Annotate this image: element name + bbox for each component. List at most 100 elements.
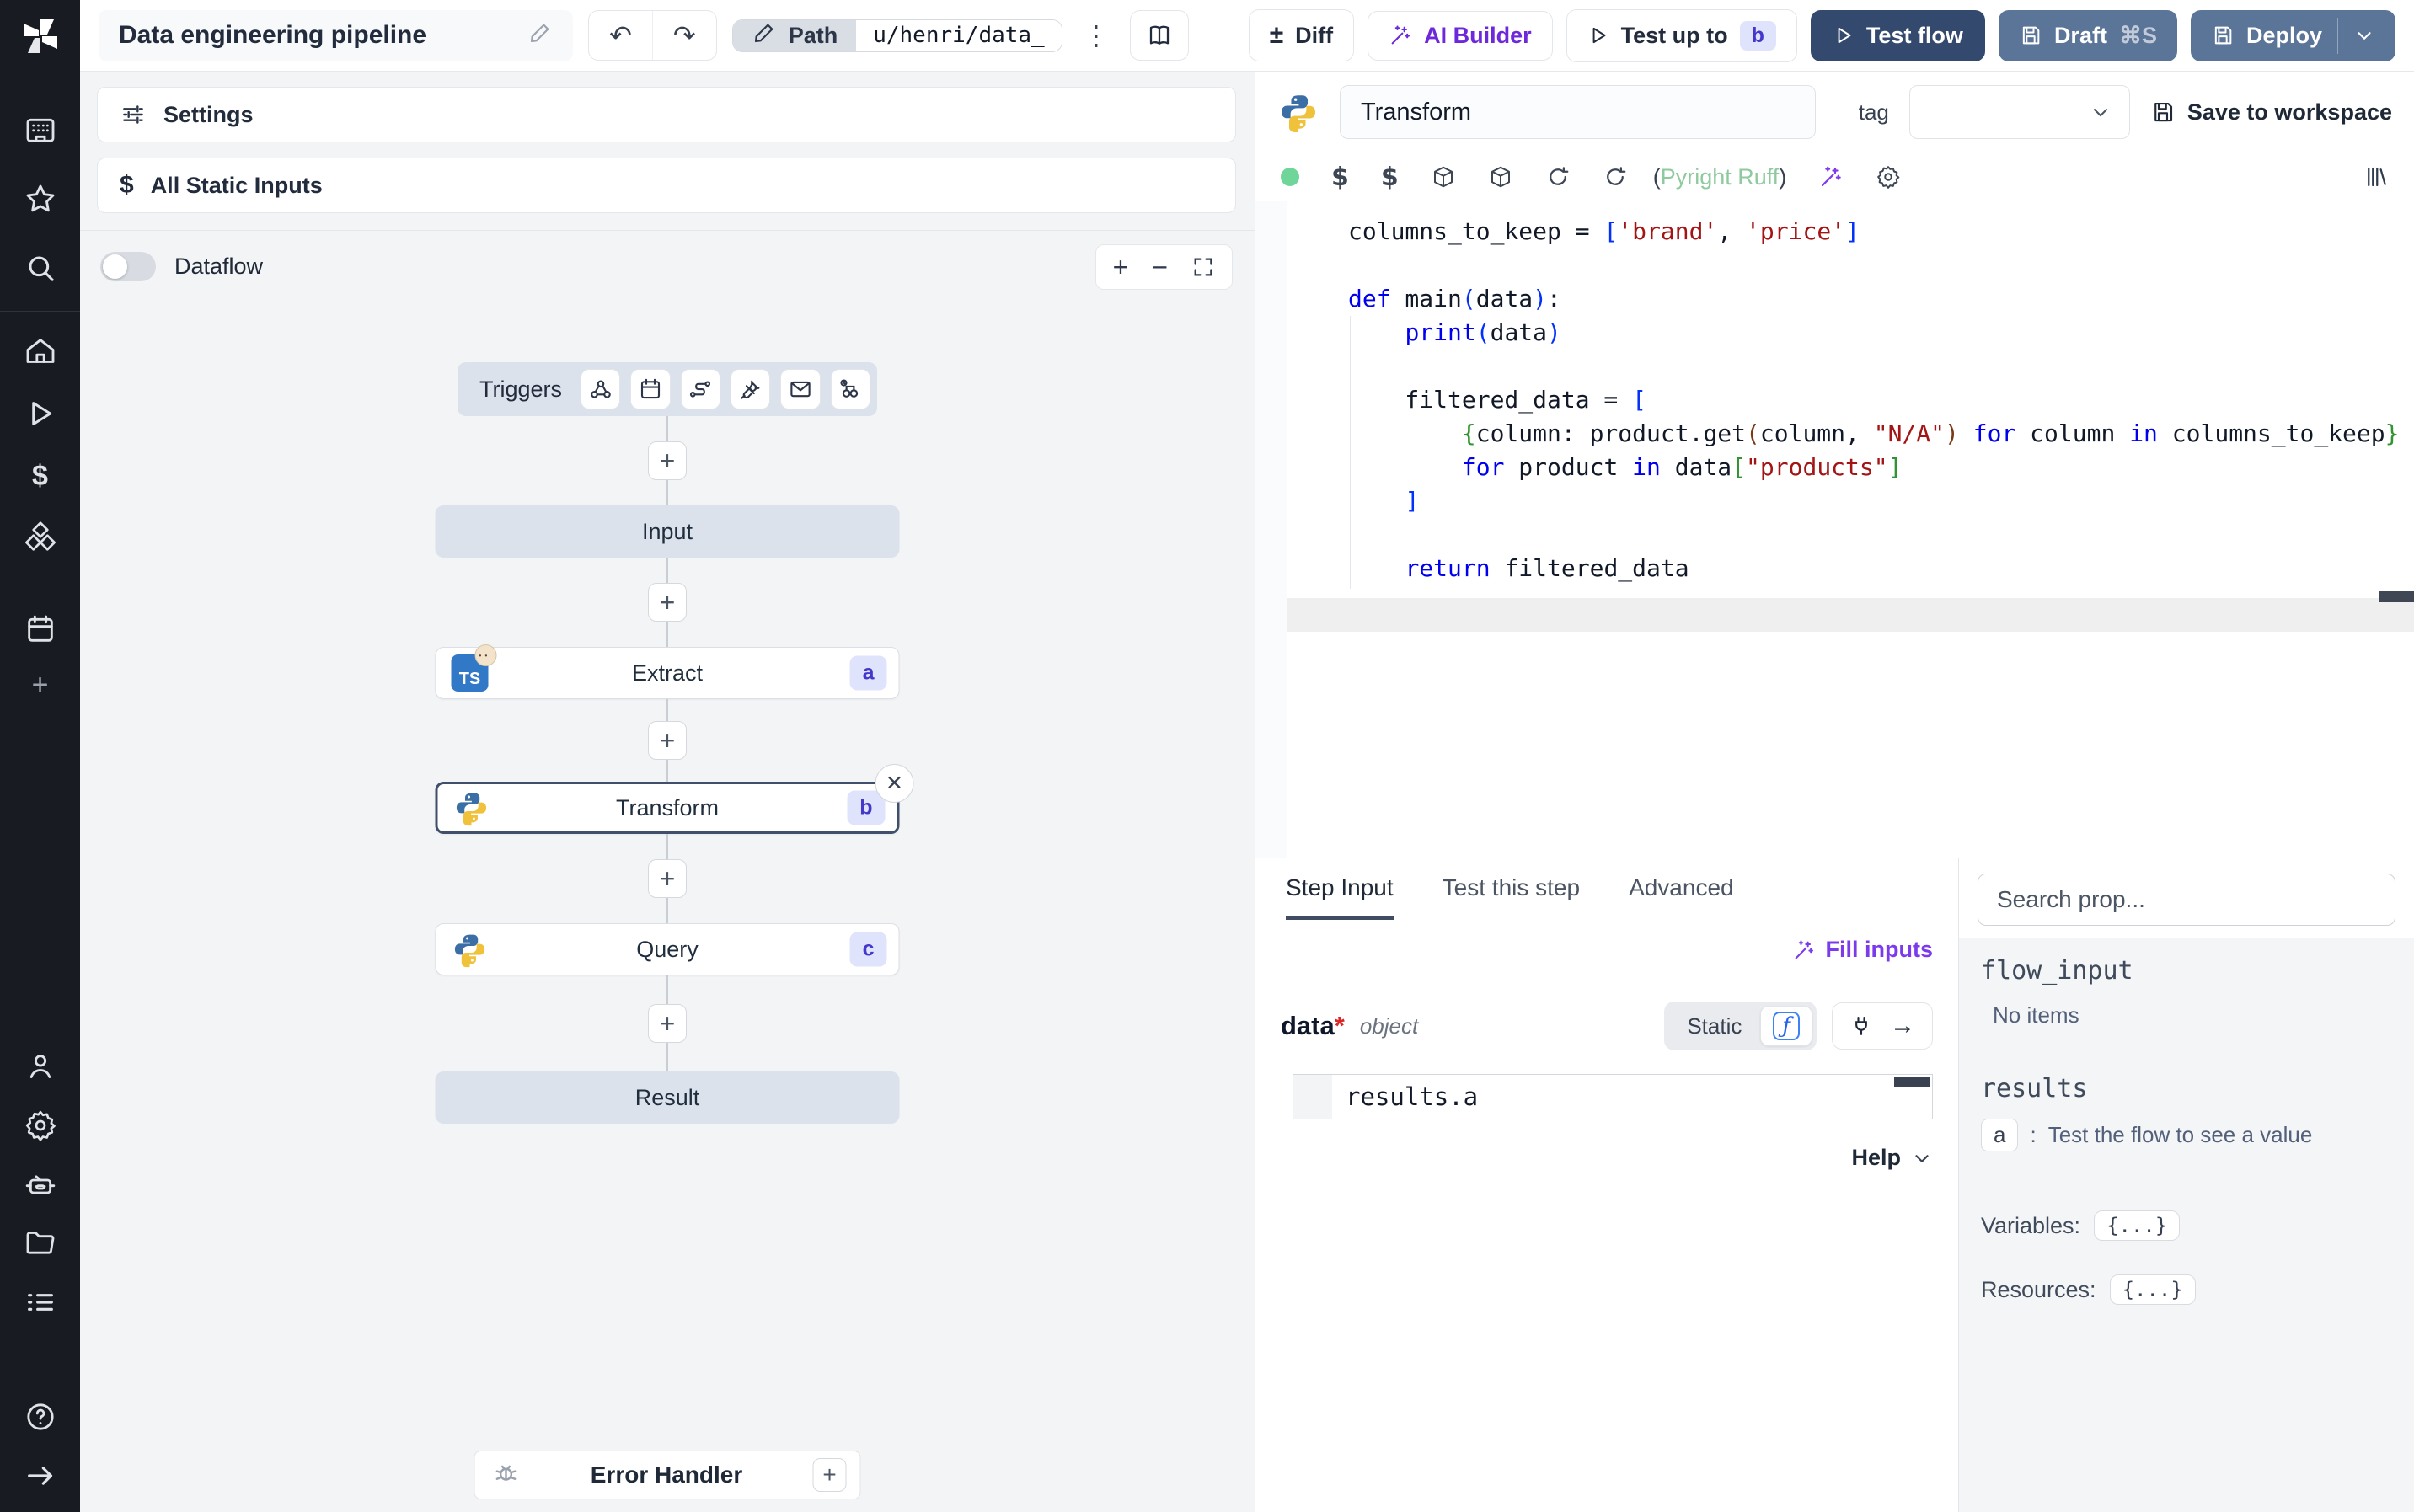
ai-assistant-icon[interactable] [1818,164,1844,190]
test-flow-button[interactable]: Test flow [1810,9,1985,61]
resource-picker-icon[interactable]: $ [1381,163,1399,192]
variables-value-chip[interactable]: {...} [2094,1210,2181,1241]
expression-mode-option[interactable]: ƒ [1760,1006,1812,1046]
input-node[interactable]: Input [435,505,900,558]
result-node[interactable]: Result [435,1071,900,1124]
plug-icon[interactable] [1849,1014,1873,1038]
result-entry[interactable]: a : Test the flow to see a value [1981,1119,2392,1151]
package-icon[interactable] [1488,164,1513,190]
fit-view-button[interactable] [1191,255,1215,279]
workers-icon[interactable] [21,1165,60,1204]
dollar-icon: $ [120,171,134,199]
help-icon[interactable] [21,1397,60,1436]
flow-input-section[interactable]: flow_input [1981,956,2392,986]
search-prop-input[interactable] [1978,874,2395,926]
undo-button[interactable]: ↶ [589,11,652,60]
all-static-inputs-label: All Static Inputs [150,172,323,198]
path-value-input[interactable]: u/henri/data_ [856,19,1062,51]
error-handler-node[interactable]: Error Handler + [474,1451,861,1499]
add-error-handler-button[interactable]: + [812,1458,847,1492]
workspace-icon[interactable] [21,110,60,149]
redo-button[interactable]: ↷ [651,11,716,60]
poll-icon[interactable] [830,369,870,409]
python-icon [453,789,490,826]
arrow-right-icon[interactable]: → [1890,1013,1915,1039]
home-icon[interactable] [21,332,60,371]
path-button[interactable]: Path [732,19,857,51]
dataflow-toggle[interactable] [100,252,156,281]
webhook-icon[interactable] [581,369,621,409]
schedules-icon[interactable] [21,610,60,649]
static-mode-option[interactable]: Static [1668,1013,1760,1039]
chevron-down-icon[interactable] [2353,24,2375,46]
zoom-out-button[interactable]: − [1152,254,1168,280]
fill-inputs-button[interactable]: Fill inputs [1281,937,1933,963]
tag-select[interactable] [1908,85,2130,139]
search-icon[interactable] [21,248,60,287]
plug-icon[interactable] [731,369,771,409]
expression-input[interactable]: results.a [1293,1074,1933,1119]
step-name-input[interactable] [1340,85,1816,139]
query-node[interactable]: Query c [435,923,900,975]
email-icon[interactable] [780,369,821,409]
draft-button[interactable]: Draft ⌘S [1998,9,2177,61]
extract-node[interactable]: TS Extract a [435,644,900,699]
flow-settings-label: Settings [163,101,254,127]
test-up-to-label: Test up to [1620,22,1728,48]
tab-advanced[interactable]: Advanced [1629,858,1734,920]
runs-icon[interactable] [21,394,60,433]
edit-path-icon [752,20,777,51]
insert-step-button[interactable]: + [648,441,687,480]
top-header: Data engineering pipeline ↶ ↷ Path u/hen… [80,0,2414,72]
more-menu-icon[interactable]: ⋮ [1078,19,1115,51]
tab-step-input[interactable]: Step Input [1286,858,1394,920]
zoom-in-button[interactable]: + [1113,254,1129,280]
delete-step-button[interactable]: ✕ [875,764,914,803]
result-key-badge[interactable]: a [1981,1119,2019,1151]
flow-settings-row[interactable]: Settings [97,87,1236,142]
resources-icon[interactable] [21,519,60,558]
ai-builder-button[interactable]: AI Builder [1368,10,1553,61]
insert-step-button[interactable]: + [648,859,687,898]
reload-icon[interactable] [1545,164,1571,190]
windmill-logo[interactable] [0,0,80,72]
deploy-button[interactable]: Deploy [2190,9,2395,61]
diff-button[interactable]: ± Diff [1248,9,1355,61]
settings-icon[interactable] [21,1106,60,1145]
python-icon [452,931,489,968]
plus-icon[interactable]: + [21,665,60,704]
schedule-icon[interactable] [630,369,671,409]
save-to-workspace-button[interactable]: Save to workspace [2150,99,2392,126]
insert-step-button[interactable]: + [648,583,687,622]
star-icon[interactable] [21,179,60,218]
docs-button[interactable] [1129,10,1189,61]
variables-icon[interactable]: $ [21,457,60,495]
insert-step-button[interactable]: + [648,1004,687,1043]
editor-settings-icon[interactable] [1876,164,1901,190]
edit-title-icon[interactable] [527,20,553,51]
folders-icon[interactable] [21,1224,60,1263]
library-panel-icon[interactable] [2363,164,2389,190]
help-toggle[interactable]: Help [1281,1145,1933,1171]
all-static-inputs-row[interactable]: $ All Static Inputs [97,158,1236,213]
resources-value-chip[interactable]: {...} [2109,1274,2196,1305]
route-icon[interactable] [680,369,721,409]
variable-picker-icon[interactable]: $ [1331,163,1349,192]
code-editor[interactable]: columns_to_keep = ['brand', 'price'] def… [1255,201,2414,858]
insert-step-button[interactable]: + [648,721,687,760]
test-up-to-button[interactable]: Test up to b [1566,8,1797,62]
argument-row: data * object Static ƒ → [1281,1002,1933,1050]
results-section[interactable]: results [1981,1074,2392,1103]
transform-node[interactable]: Transform b ✕ [435,764,914,834]
logs-icon[interactable] [21,1283,60,1322]
sidebar-divider [0,311,80,312]
editor-scrollbar-thumb[interactable] [2379,591,2414,602]
triggers-node[interactable]: Triggers [458,362,877,416]
toggle-knob [103,254,127,279]
user-icon[interactable] [21,1047,60,1086]
reload-icon[interactable] [1603,164,1628,190]
package-icon[interactable] [1431,164,1456,190]
lint-name: Pyright Ruff [1660,163,1780,190]
tab-test-this-step[interactable]: Test this step [1443,858,1580,920]
collapse-icon[interactable] [21,1456,60,1495]
